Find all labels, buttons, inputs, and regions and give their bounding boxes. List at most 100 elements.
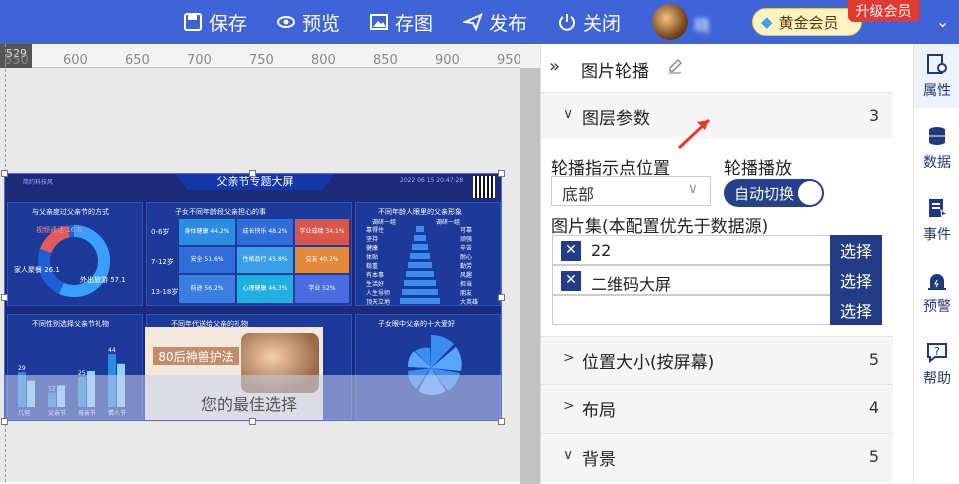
toggle-label: 自动切换 (734, 185, 795, 203)
ruler-tick-label: 600 (63, 53, 88, 68)
panel-image-list: 不同年龄人眼里的父亲形象 调研一组 调研一组 靠得住 可靠 坚持 顽强 健康 辛苦 体贴 耐心… (355, 202, 501, 306)
autoplay-label: 轮播播放 (724, 159, 792, 179)
event-icon (929, 199, 949, 219)
list-item: 辛苦 (460, 245, 473, 252)
imageset-label: 图片集(本配置优先于数据源) (551, 217, 769, 237)
edit-icon[interactable] (667, 58, 683, 74)
resize-handle[interactable] (1, 294, 8, 301)
list-item: 顽强 (460, 236, 473, 243)
list-item: 坚持 (366, 236, 379, 243)
chevron-down-icon: ∨ (687, 181, 698, 197)
list-bar (416, 226, 424, 232)
upgrade-button[interactable]: 升级会员 (848, 0, 919, 22)
qr-code-icon (473, 176, 495, 198)
resize-handle[interactable] (249, 418, 256, 425)
list-item: 风趣 (460, 272, 473, 279)
vip-badge[interactable]: ◆ 黄金会员 (752, 8, 862, 36)
ruler-tick-label: 550 (4, 53, 29, 68)
section-position-size[interactable]: > 位置大小(按屏幕) 5 (541, 336, 893, 382)
grid-cell: 交友 40.2% (295, 247, 349, 273)
list-bar (408, 262, 432, 268)
carousel-widget[interactable]: 简约科技风 父亲节专题大屏 2022 06 15 20:47:28 与父亲度过父… (4, 173, 502, 421)
section-count: 5 (868, 350, 879, 369)
scrollbar-thumb[interactable] (520, 68, 540, 484)
list-item: 担当 (460, 281, 473, 288)
vertical-scrollbar[interactable] (520, 44, 540, 484)
double-chevron-right-icon[interactable]: » (549, 56, 560, 77)
sidebar-item-properties[interactable]: 属性 (914, 44, 959, 108)
data-label: 29 (18, 365, 26, 372)
list-bar (406, 271, 434, 277)
grid-cell: 身体健康 44.2% (179, 219, 235, 245)
carousel-caption: 您的最佳选择 (201, 395, 298, 414)
section-label: 位置大小(按屏幕) (582, 353, 715, 373)
panel-title: 图片轮播 (581, 62, 649, 82)
section-layout[interactable]: > 布局 4 (541, 384, 893, 430)
preview-button[interactable]: 预览 (276, 0, 340, 44)
data-label: 44 (108, 347, 116, 354)
resize-handle[interactable] (498, 170, 505, 177)
sidebar-item-data[interactable]: 数据 (914, 116, 959, 180)
image-name: 二维码大屏 (591, 275, 672, 294)
resize-handle[interactable] (1, 170, 8, 177)
image-item-empty: 选择 (552, 295, 882, 325)
panel-header: » 图片轮播 (541, 44, 893, 92)
avatar[interactable] (652, 4, 688, 40)
autoplay-toggle[interactable]: 自动切换 (724, 179, 824, 207)
save-image-button[interactable]: 存图 (369, 0, 433, 44)
list-bar (402, 289, 438, 295)
list-item: 体贴 (366, 254, 379, 261)
save-label: 保存 (209, 12, 248, 35)
publish-button[interactable]: 发布 (463, 0, 527, 44)
grid-cell: 成长快乐 48.2% (237, 219, 293, 245)
resize-handle[interactable] (249, 170, 256, 177)
close-button[interactable]: 关闭 (557, 0, 621, 44)
list-item: 有本事 (366, 272, 385, 279)
list-item: 耐心 (460, 254, 473, 261)
row-label: 13-18岁 (151, 288, 179, 296)
section-layer-params[interactable]: ∨ 图层参数 3 (541, 92, 893, 138)
list-bar (400, 298, 440, 304)
list-item: 人生导师 (366, 290, 391, 297)
list-item: 朋友 (460, 290, 473, 297)
properties-icon (927, 54, 947, 74)
vip-label: 黄金会员 (778, 13, 839, 32)
remove-icon[interactable]: ✕ (561, 271, 581, 291)
resize-handle[interactable] (498, 418, 505, 425)
list-item: 稳重 (366, 263, 379, 270)
panel-title: 不同年龄人眼里的父亲形象 (378, 208, 462, 216)
remove-icon[interactable]: ✕ (561, 241, 581, 261)
list-item: 勤劳 (460, 263, 473, 270)
row-label: 0-6岁 (151, 228, 170, 236)
ruler-tick-label: 900 (435, 53, 460, 68)
sidebar-item-alerts[interactable]: 预警 (914, 260, 959, 324)
ruler-tick-label: 850 (373, 53, 398, 68)
section-background[interactable]: ∨ 背景 5 (541, 433, 893, 479)
chevron-down-icon[interactable]: ⌄ (936, 12, 949, 31)
section-count: 3 (868, 106, 879, 125)
list-bar (410, 253, 430, 259)
resize-handle[interactable] (498, 294, 505, 301)
choose-button[interactable]: 选择 (830, 235, 882, 265)
screen-meta-left: 简约科技风 (23, 179, 54, 186)
sidebar-label: 事件 (923, 227, 951, 243)
sidebar-label: 帮助 (923, 371, 951, 387)
sidebar-item-events[interactable]: 事件 (914, 188, 959, 252)
choose-button[interactable]: 选择 (830, 295, 882, 325)
screen-meta-time: 2022 06 15 20:47:28 (400, 177, 464, 184)
ruler-tick-label: 750 (249, 53, 274, 68)
list-bar (414, 235, 426, 241)
save-button[interactable]: 保存 (183, 0, 247, 44)
grid-cell: 前途 56.2% (179, 275, 235, 303)
indicator-position-select[interactable]: 底部 ∨ (551, 176, 711, 206)
choose-button[interactable]: 选择 (830, 265, 882, 295)
donut-label: 外出旅游 57.1 (80, 276, 126, 284)
close-label: 关闭 (583, 12, 622, 35)
diamond-icon: ◆ (761, 13, 773, 31)
sidebar-item-help[interactable]: ? 帮助 (914, 332, 959, 396)
preview-label: 预览 (302, 12, 341, 35)
resize-handle[interactable] (1, 418, 8, 425)
promo-title: 80后神兽护法 (153, 347, 239, 365)
ruler-tick-label: 700 (187, 53, 212, 68)
sidebar-label: 属性 (923, 83, 951, 99)
